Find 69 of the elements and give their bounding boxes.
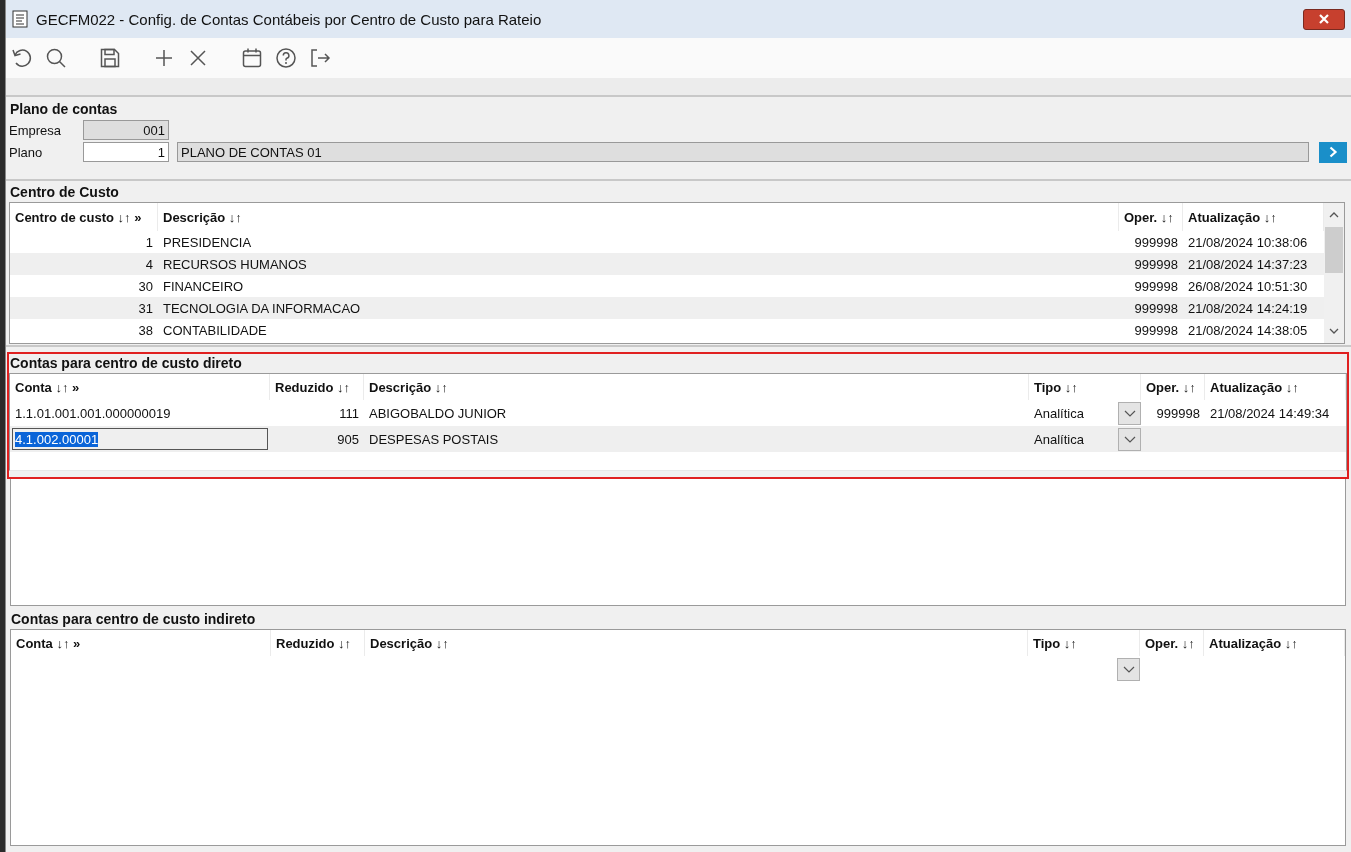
search-icon[interactable]	[44, 46, 68, 70]
next-button[interactable]	[1319, 141, 1347, 163]
table-cell-text: DESPESAS POSTAIS	[368, 431, 500, 447]
table-cell-text: 999998	[1133, 234, 1179, 250]
column-header[interactable]: Tipo ↓↑	[1028, 630, 1140, 656]
table-cell-text: 21/08/2024 14:49:34	[1209, 405, 1331, 421]
dropdown-value: Analítica	[1033, 431, 1085, 447]
table-cell-text: 999998	[1133, 300, 1179, 316]
column-header[interactable]: Conta ↓↑ »	[11, 630, 271, 656]
close-button[interactable]	[1303, 8, 1345, 30]
undo-icon[interactable]	[10, 46, 34, 70]
table-cell-text: 999998	[1133, 256, 1179, 272]
column-header[interactable]: Tipo ↓↑	[1029, 374, 1141, 400]
table-cell-text: 21/08/2024 14:38:05	[1187, 322, 1309, 338]
table-cell-text: 26/08/2024 10:51:30	[1187, 278, 1309, 294]
section-title: Contas para centro de custo direto	[9, 354, 243, 373]
column-header[interactable]: Atualização ↓↑	[1205, 374, 1346, 400]
column-header[interactable]: Conta ↓↑ »	[10, 374, 270, 400]
close-icon	[1318, 14, 1330, 24]
save-icon[interactable]	[98, 46, 122, 70]
selected-text: 4.1.002.00001	[15, 431, 99, 447]
calendar-icon[interactable]	[240, 46, 264, 70]
column-header[interactable]: Oper. ↓↑	[1119, 203, 1183, 231]
table-cell-text: 1	[144, 234, 154, 250]
column-header[interactable]: Descrição ↓↑	[158, 203, 1119, 231]
field-label: Empresa	[9, 122, 63, 138]
field-label: Plano	[9, 144, 44, 160]
table-cell-text: 111	[338, 405, 360, 421]
table-cell-text: 31	[137, 300, 154, 316]
scrollbar-thumb[interactable]	[1325, 227, 1343, 273]
column-header[interactable]: Reduzido ↓↑	[271, 630, 365, 656]
table-cell-text: 21/08/2024 10:38:06	[1187, 234, 1309, 250]
column-header[interactable]: Oper. ↓↑	[1140, 630, 1204, 656]
table-cell-text: PRESIDENCIA	[162, 234, 253, 250]
column-header[interactable]: Descrição ↓↑	[364, 374, 1029, 400]
table-cell-text: 905	[336, 431, 360, 447]
document-icon[interactable]	[12, 10, 28, 28]
column-header[interactable]: Descrição ↓↑	[365, 630, 1028, 656]
table-cell-text: TECNOLOGIA DA INFORMACAO	[162, 300, 362, 316]
table-cell-text: FINANCEIRO	[162, 278, 245, 294]
table-cell-text: 1.1.01.001.001.000000019	[14, 405, 172, 421]
column-header[interactable]: Centro de custo ↓↑ »	[10, 203, 158, 231]
table-cell-text: 4	[144, 256, 154, 272]
table-cell-text: 38	[137, 322, 154, 338]
column-header[interactable]: Oper. ↓↑	[1141, 374, 1205, 400]
section-title: Contas para centro de custo indireto	[10, 610, 257, 629]
exit-icon[interactable]	[308, 46, 332, 70]
scrollbar[interactable]	[1324, 203, 1344, 343]
input-field[interactable]: 4.1.002.00001	[12, 428, 268, 450]
input-field[interactable]: 1	[83, 142, 169, 162]
column-header[interactable]: Reduzido ↓↑	[270, 374, 364, 400]
table-cell-text: 30	[137, 278, 154, 294]
table-cell-text: 999998	[1133, 278, 1179, 294]
table-cell-text: 999998	[1133, 322, 1179, 338]
table-cell-text: 21/08/2024 14:24:19	[1187, 300, 1309, 316]
table-cell-text: CONTABILIDADE	[162, 322, 268, 338]
input-field: 001	[83, 120, 169, 140]
chevron-right-icon	[1328, 146, 1338, 158]
table-cell-text: 999998	[1155, 405, 1201, 421]
column-header[interactable]: Atualização ↓↑	[1204, 630, 1345, 656]
table-cell-text: ABIGOBALDO JUNIOR	[368, 405, 508, 421]
description-field: PLANO DE CONTAS 01	[177, 142, 1309, 162]
section-title: Plano de contas	[9, 100, 119, 119]
section-title: Centro de Custo	[9, 183, 120, 202]
dropdown-value: Analítica	[1033, 405, 1085, 421]
table-cell-text: 21/08/2024 14:37:23	[1187, 256, 1309, 272]
help-icon[interactable]	[274, 46, 298, 70]
window-title: GECFM022 - Config. de Contas Contábeis por Centro de Custo para Rateio	[36, 10, 543, 28]
table-cell-text: RECURSOS HUMANOS	[162, 256, 308, 272]
